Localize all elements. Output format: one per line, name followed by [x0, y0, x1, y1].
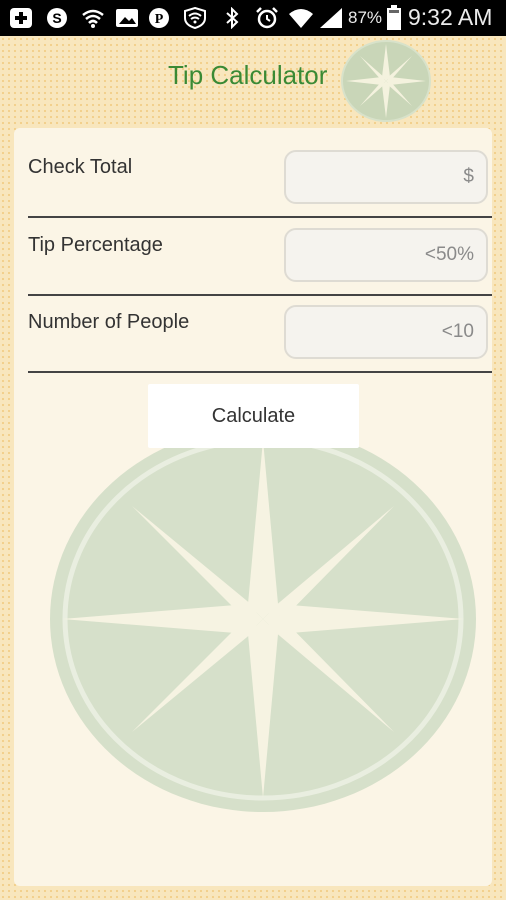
bluetooth-icon	[226, 7, 239, 29]
svg-text:S: S	[52, 10, 61, 26]
compass-background-icon	[50, 426, 476, 812]
check-total-label: Check Total	[28, 156, 133, 178]
svg-text:P: P	[155, 12, 164, 27]
app-header: Tip Calculator	[0, 36, 506, 124]
skype-icon: S	[47, 8, 67, 28]
calculate-button[interactable]: Calculate	[148, 384, 359, 448]
signal-icon	[320, 8, 342, 28]
plus-icon	[10, 8, 32, 28]
compass-logo-icon	[341, 40, 431, 122]
status-bar: S P 87% 9:32 AM	[0, 0, 506, 36]
divider	[28, 371, 492, 373]
tip-percentage-row: Tip Percentage <50%	[28, 206, 492, 284]
number-of-people-row: Number of People <10	[28, 283, 492, 361]
calculator-card: Check Total $ Tip Percentage <50% Number…	[14, 128, 492, 886]
check-total-row: Check Total $	[28, 128, 492, 206]
app-title: Tip Calculator	[168, 60, 328, 90]
clock: 9:32 AM	[408, 4, 493, 30]
alarm-icon	[256, 7, 278, 29]
check-total-input[interactable]: $	[284, 150, 488, 204]
tip-percentage-label: Tip Percentage	[28, 234, 163, 256]
battery-icon	[387, 5, 401, 30]
number-of-people-input[interactable]: <10	[284, 305, 488, 359]
wifi-full-icon	[289, 9, 313, 28]
number-of-people-label: Number of People	[28, 311, 190, 333]
wifi-icon	[82, 9, 104, 28]
image-icon	[116, 9, 138, 27]
battery-percent: 87%	[348, 8, 383, 27]
wifi-shield-icon	[184, 7, 206, 29]
tip-percentage-input[interactable]: <50%	[284, 228, 488, 282]
pinterest-icon: P	[149, 8, 169, 28]
